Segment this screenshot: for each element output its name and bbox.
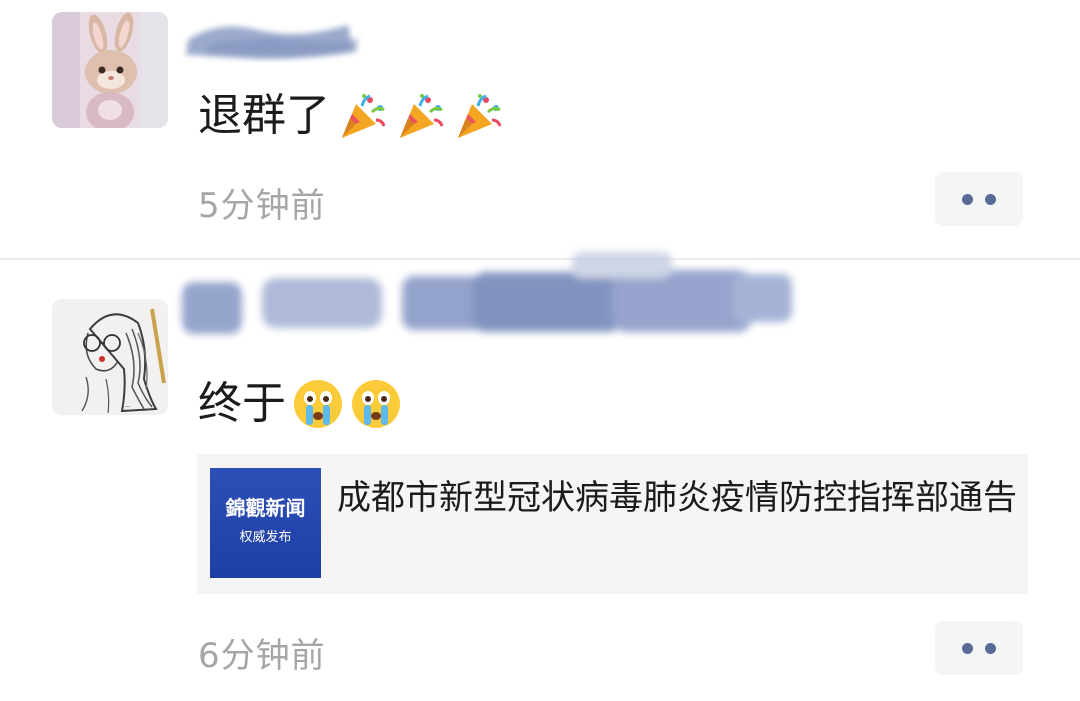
post-message-text: 退群了	[198, 90, 330, 141]
more-actions-button[interactable]	[935, 621, 1023, 675]
loudly-crying-face-icon	[350, 378, 402, 430]
thumbnail-sub-text: 权威发布	[239, 530, 292, 545]
redacted-username	[185, 25, 358, 59]
user-avatar-sketch-girl[interactable]: ~	[52, 299, 168, 415]
two-dots-icon	[985, 193, 996, 205]
two-dots-icon	[962, 642, 973, 654]
party-popper-icon	[394, 90, 446, 142]
shared-article-card[interactable]: 錦觀新闻 权威发布 成都市新型冠状病毒肺炎疫情防控指挥部通告	[197, 454, 1028, 594]
post-message-text: 终于	[198, 378, 286, 429]
two-dots-icon	[985, 642, 996, 654]
party-popper-icon	[336, 90, 388, 142]
post-timestamp: 5分钟前	[198, 186, 326, 226]
more-actions-button[interactable]	[935, 172, 1023, 226]
user-avatar-bunny[interactable]	[52, 12, 168, 128]
post-message: 退群了	[198, 86, 504, 146]
loudly-crying-face-icon	[292, 378, 344, 430]
svg-text:~: ~	[124, 402, 131, 411]
moment-post-2: ~ 终于 錦觀新闻 权威发布 成都市新型冠状病毒肺炎疫情防控指挥部通告 6分钟前	[0, 252, 1080, 701]
article-thumbnail: 錦觀新闻 权威发布	[210, 468, 321, 578]
article-title: 成都市新型冠状病毒肺炎疫情防控指挥部通告	[337, 478, 1017, 518]
thumbnail-brand-text: 錦觀新闻	[225, 496, 306, 520]
post-message: 终于	[198, 374, 402, 434]
two-dots-icon	[962, 193, 973, 205]
moment-post-1: 退群了 5分钟前	[0, 0, 1080, 258]
redacted-username	[182, 252, 792, 334]
party-popper-icon	[452, 90, 504, 142]
post-timestamp: 6分钟前	[198, 636, 326, 676]
